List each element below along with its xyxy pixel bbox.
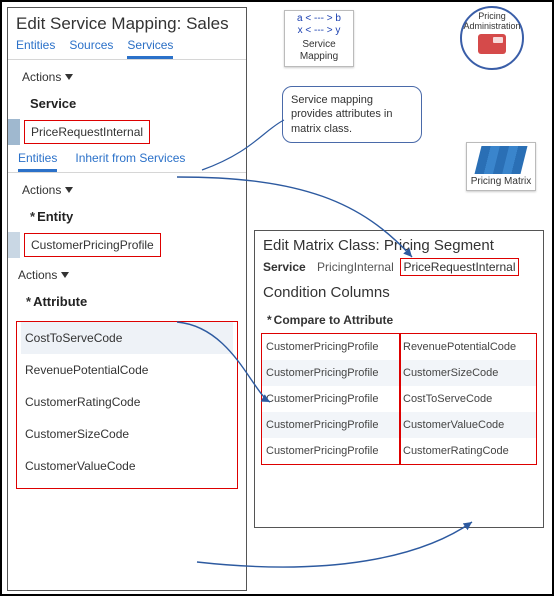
actions-label: Actions (22, 183, 61, 197)
attribute-list: CostToServeCode RevenuePotentialCode Cus… (16, 321, 238, 489)
column-divider (399, 334, 401, 464)
service-value-2: PriceRequestInternal (400, 258, 518, 276)
attribute-item[interactable]: CustomerRatingCode (21, 386, 233, 418)
row-selection-stub (8, 119, 20, 145)
mapping-label: Service Mapping (288, 39, 350, 63)
attribute-column-head: *Attribute (8, 288, 246, 317)
cell-entity: CustomerPricingProfile (262, 412, 399, 438)
subtab-entities[interactable]: Entities (18, 151, 57, 172)
attribute-item[interactable]: CustomerSizeCode (21, 418, 233, 450)
service-value-1: PricingInternal (317, 260, 394, 274)
cell-attribute: CustomerSizeCode (399, 360, 536, 386)
chevron-down-icon (65, 187, 73, 193)
pricing-admin-badge: Pricing Administration (446, 6, 538, 70)
cell-attribute: RevenuePotentialCode (399, 334, 536, 360)
attribute-actions-menu[interactable]: Actions (8, 258, 246, 288)
service-mapping-panel: Edit Service Mapping: Sales Entities Sou… (7, 7, 247, 591)
mapping-line-1: a < --- > b (288, 13, 350, 25)
actions-label: Actions (22, 70, 61, 84)
chevron-down-icon (65, 74, 73, 80)
entity-actions-menu[interactable]: Actions (8, 173, 246, 203)
callout-bubble: Service mapping provides attributes in m… (282, 86, 422, 143)
matrix-icon (475, 146, 528, 174)
entity-row[interactable]: CustomerPricingProfile (8, 232, 246, 258)
compare-table: CustomerPricingProfile RevenuePotentialC… (261, 333, 537, 465)
matrix-label: Pricing Matrix (470, 176, 532, 187)
pricing-matrix-badge: Pricing Matrix (466, 142, 536, 191)
sub-tabs: Entities Inherit from Services (8, 145, 246, 172)
service-column-head: Service (8, 90, 246, 119)
tab-entities[interactable]: Entities (16, 38, 55, 59)
cell-attribute: CustomerRatingCode (399, 438, 536, 464)
attribute-item[interactable]: CustomerValueCode (21, 450, 233, 482)
condition-columns-head: Condition Columns (261, 282, 537, 303)
admin-line-2: Administration (463, 22, 520, 32)
panel-title: Edit Service Mapping: Sales (8, 8, 246, 36)
subtab-inherit[interactable]: Inherit from Services (75, 151, 185, 172)
primary-tabs: Entities Sources Services (8, 36, 246, 59)
cell-entity: CustomerPricingProfile (262, 438, 399, 464)
entity-value: CustomerPricingProfile (24, 233, 161, 257)
tab-services[interactable]: Services (127, 38, 173, 59)
service-row[interactable]: PriceRequestInternal (8, 119, 246, 145)
entity-column-head: *Entity (8, 203, 246, 232)
chevron-down-icon (61, 272, 69, 278)
attribute-item[interactable]: CostToServeCode (21, 322, 233, 354)
cell-attribute: CostToServeCode (399, 386, 536, 412)
attribute-item[interactable]: RevenuePotentialCode (21, 354, 233, 386)
mapping-line-2: x < --- > y (288, 25, 350, 37)
service-label: Service (263, 260, 306, 274)
cell-attribute: CustomerValueCode (399, 412, 536, 438)
matrix-class-panel: Edit Matrix Class: Pricing Segment Servi… (254, 230, 544, 528)
compare-attribute-head: *Compare to Attribute (261, 303, 537, 333)
cell-entity: CustomerPricingProfile (262, 360, 399, 386)
tab-sources[interactable]: Sources (69, 38, 113, 59)
service-mapping-badge: a < --- > b x < --- > y Service Mapping (284, 10, 354, 67)
matrix-panel-title: Edit Matrix Class: Pricing Segment (261, 235, 537, 258)
actions-label: Actions (18, 268, 57, 282)
service-actions-menu[interactable]: Actions (8, 60, 246, 90)
service-value: PriceRequestInternal (24, 120, 150, 144)
cell-entity: CustomerPricingProfile (262, 386, 399, 412)
tag-icon (478, 34, 506, 54)
admin-circle: Pricing Administration (460, 6, 524, 70)
cell-entity: CustomerPricingProfile (262, 334, 399, 360)
matrix-service-row: Service PricingInternal PriceRequestInte… (261, 258, 537, 282)
row-selection-stub (8, 232, 20, 258)
